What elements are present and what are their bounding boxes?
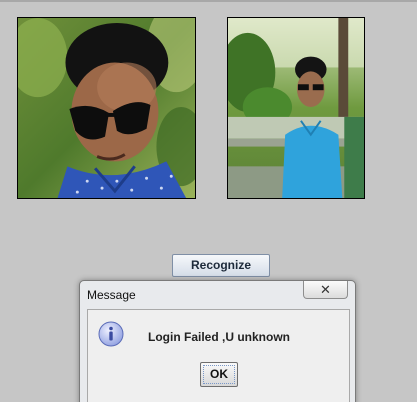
photo-left [17, 17, 196, 199]
top-border [0, 0, 417, 2]
info-icon [98, 321, 124, 347]
close-icon: ✕ [320, 282, 331, 297]
message-dialog: Message ✕ Login Failed ,U unknown OK [79, 280, 356, 402]
dialog-title: Message [87, 288, 136, 302]
ok-button[interactable]: OK [200, 362, 238, 387]
photo-right-image [228, 18, 364, 198]
photo-left-image [18, 18, 195, 198]
app-window: Recognize Message ✕ Login Failed ,U unkn… [0, 0, 417, 402]
recognize-button[interactable]: Recognize [172, 254, 270, 277]
dialog-message: Login Failed ,U unknown [148, 330, 290, 344]
dialog-content: Login Failed ,U unknown OK [87, 309, 350, 402]
dialog-close-button[interactable]: ✕ [303, 281, 348, 299]
photo-right [227, 17, 365, 199]
